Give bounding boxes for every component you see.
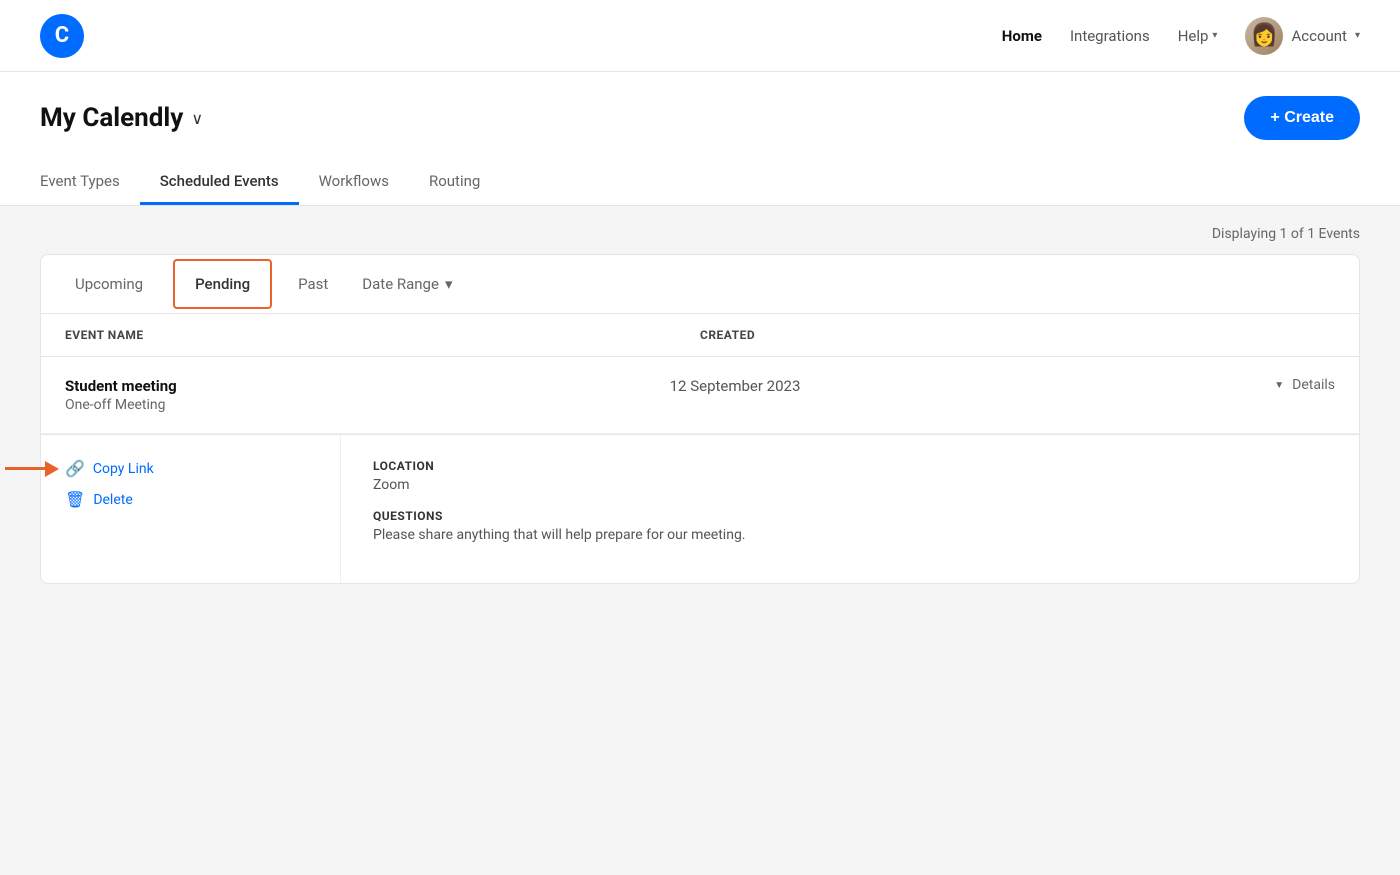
- arrow-line: [5, 467, 45, 470]
- tab-event-types[interactable]: Event Types: [40, 160, 140, 205]
- table-header: EVENT NAME CREATED: [41, 314, 1359, 357]
- event-created-col: 12 September 2023: [670, 377, 1275, 395]
- event-type: One-off Meeting: [65, 397, 670, 413]
- account-chevron-icon: ▾: [1355, 30, 1360, 41]
- sub-header-top: My Calendly ∨ + Create: [40, 96, 1360, 140]
- header: C Home Integrations Help ▾ 👩 Account ▾: [0, 0, 1400, 72]
- nav-help[interactable]: Help ▾: [1178, 27, 1218, 45]
- page-title-chevron-icon[interactable]: ∨: [191, 109, 203, 128]
- logo-icon[interactable]: C: [40, 14, 84, 58]
- filter-upcoming[interactable]: Upcoming: [65, 255, 165, 313]
- questions-block: QUESTIONS Please share anything that wil…: [373, 509, 1327, 543]
- event-row: Student meeting One-off Meeting 12 Septe…: [41, 357, 1359, 434]
- details-chevron-icon: ▼: [1274, 380, 1284, 391]
- location-label: LOCATION: [373, 459, 1327, 473]
- help-chevron-icon: ▾: [1212, 30, 1217, 41]
- page-title: My Calendly: [40, 103, 183, 133]
- location-block: LOCATION Zoom: [373, 459, 1327, 493]
- delete-button[interactable]: 🗑 Delete: [65, 490, 316, 509]
- details-button[interactable]: ▼ Details: [1274, 377, 1335, 393]
- copy-link-button[interactable]: 🔗 Copy Link: [65, 459, 316, 478]
- avatar: 👩: [1245, 17, 1283, 55]
- header-left: C: [40, 14, 84, 58]
- col-event-name: EVENT NAME: [65, 328, 700, 342]
- arrow-head: [45, 461, 59, 477]
- delete-icon: 🗑: [65, 490, 85, 509]
- questions-label: QUESTIONS: [373, 509, 1327, 523]
- create-button[interactable]: + Create: [1244, 96, 1360, 140]
- main-nav: Home Integrations Help ▾ 👩 Account ▾: [1002, 17, 1360, 55]
- main-tabs: Event Types Scheduled Events Workflows R…: [40, 160, 1360, 205]
- filter-date-range[interactable]: Date Range ▾: [354, 257, 460, 311]
- tab-scheduled-events[interactable]: Scheduled Events: [140, 160, 299, 205]
- date-range-chevron-icon: ▾: [445, 275, 453, 293]
- account-menu[interactable]: 👩 Account ▾: [1245, 17, 1360, 55]
- questions-value: Please share anything that will help pre…: [373, 527, 1327, 543]
- event-name: Student meeting: [65, 377, 670, 395]
- location-value: Zoom: [373, 477, 1327, 493]
- red-arrow-indicator: [5, 461, 59, 477]
- events-card: Upcoming Pending Past Date Range ▾ EVENT…: [40, 254, 1360, 584]
- filter-past[interactable]: Past: [276, 255, 350, 313]
- filter-pending[interactable]: Pending: [173, 259, 272, 309]
- display-count: Displaying 1 of 1 Events: [40, 206, 1360, 254]
- copy-link-icon: 🔗: [65, 459, 85, 478]
- expanded-section: 🔗 Copy Link 🗑 Delete LOCATION Zoom QUEST…: [41, 434, 1359, 583]
- sub-header: My Calendly ∨ + Create Event Types Sched…: [0, 72, 1400, 206]
- filter-bar: Upcoming Pending Past Date Range ▾: [41, 255, 1359, 314]
- event-name-col: Student meeting One-off Meeting: [65, 377, 670, 413]
- page-title-wrap: My Calendly ∨: [40, 103, 203, 133]
- expanded-right: LOCATION Zoom QUESTIONS Please share any…: [341, 435, 1359, 583]
- account-label: Account: [1291, 27, 1347, 45]
- main-content: Displaying 1 of 1 Events Upcoming Pendin…: [0, 206, 1400, 875]
- nav-integrations[interactable]: Integrations: [1070, 27, 1150, 45]
- copy-link-row: 🔗 Copy Link: [65, 459, 316, 478]
- col-created: CREATED: [700, 328, 1335, 342]
- expanded-left: 🔗 Copy Link 🗑 Delete: [41, 435, 341, 583]
- nav-home[interactable]: Home: [1002, 27, 1042, 45]
- created-date: 12 September 2023: [670, 377, 801, 395]
- tab-workflows[interactable]: Workflows: [299, 160, 409, 205]
- tab-routing[interactable]: Routing: [409, 160, 500, 205]
